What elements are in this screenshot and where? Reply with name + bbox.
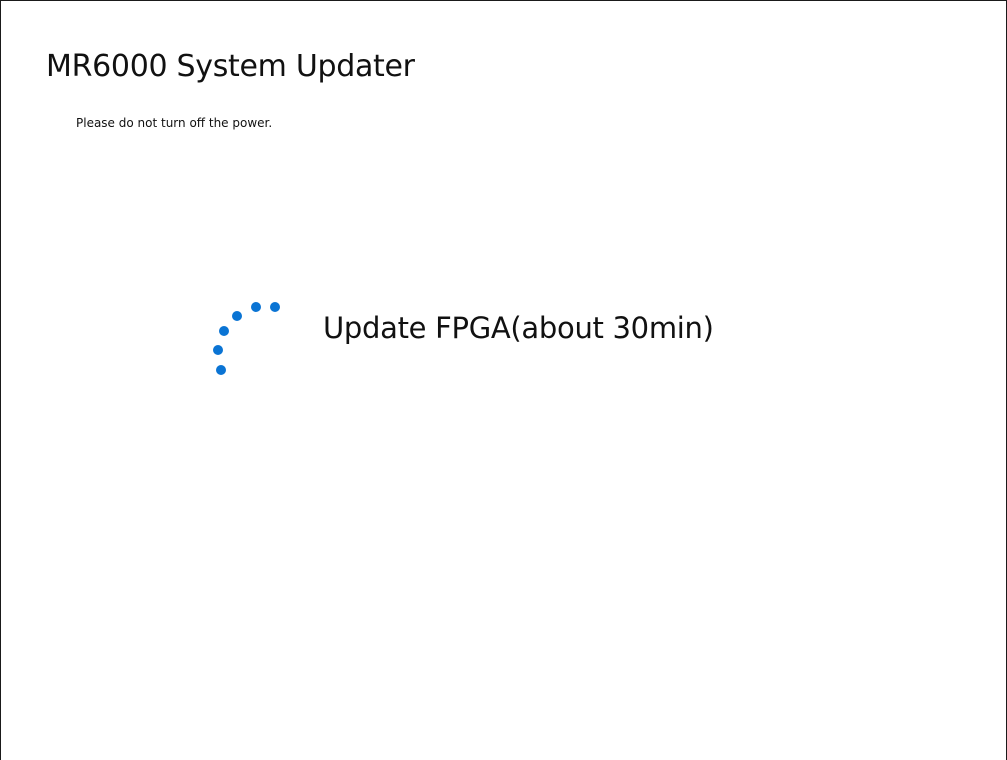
app-title: MR6000 System Updater (46, 49, 415, 84)
power-warning: Please do not turn off the power. (76, 116, 273, 130)
progress-area: Update FPGA(about 30min) (201, 286, 821, 396)
spinner-dot (270, 302, 280, 312)
loading-spinner-icon (213, 302, 280, 375)
spinner-dot (251, 302, 261, 312)
spinner-dot (232, 311, 242, 321)
spinner-dot (219, 326, 229, 336)
spinner-dot (213, 345, 223, 355)
spinner-dot (216, 365, 226, 375)
update-status-text: Update FPGA(about 30min) (323, 311, 714, 345)
updater-window: MR6000 System Updater Please do not turn… (0, 0, 1007, 760)
